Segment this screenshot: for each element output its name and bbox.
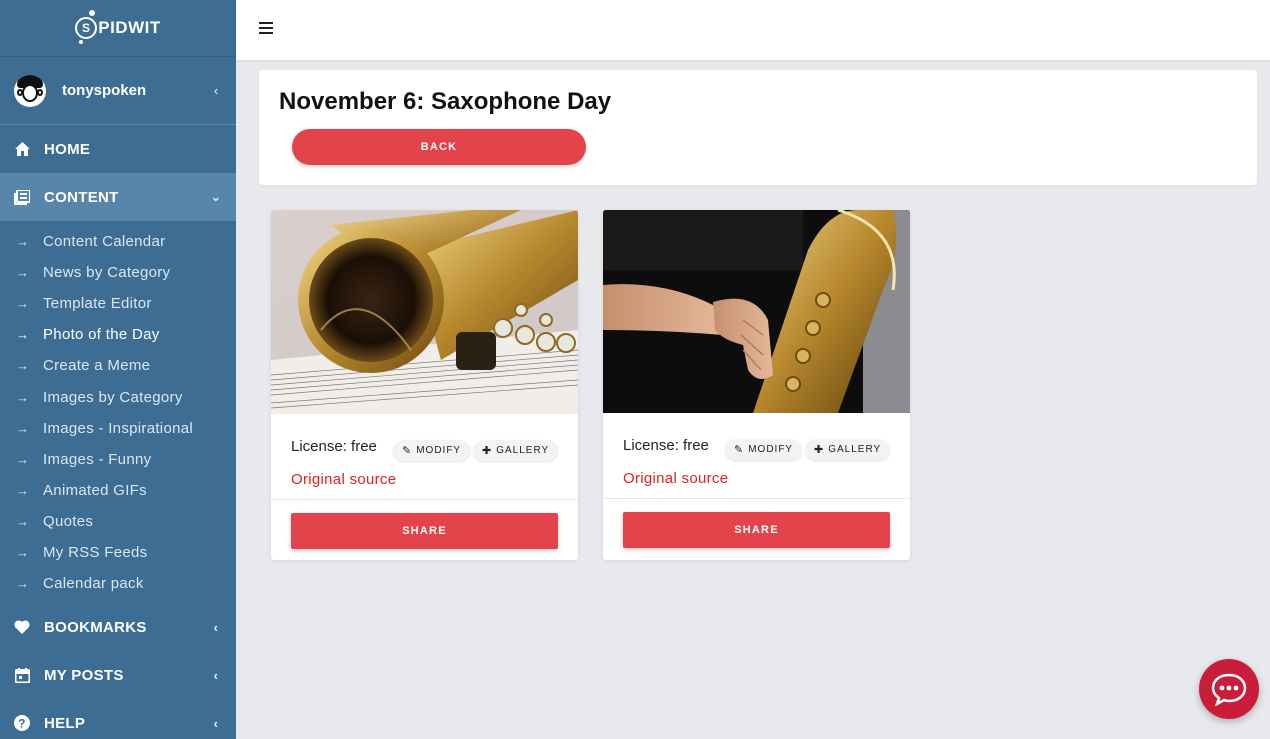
brand-initial: S [75,10,98,44]
brand-name: PIDWIT [98,18,161,37]
content-icon [14,189,30,205]
arrow-right-icon: → [16,327,30,343]
chevron-left-icon: ‹ [213,667,219,683]
sidebar-item-images-by-category[interactable]: → Images by Category [0,381,236,412]
brand[interactable]: S PIDWIT [0,0,236,57]
sidebar-item-label: Calendar pack [43,575,144,593]
gallery-label: GALLERY [496,445,550,456]
sidebar-item-label: Animated GIFs [43,481,147,499]
arrow-right-icon: → [16,265,30,281]
nav-bookmarks-label: BOOKMARKS [44,618,147,636]
sidebar-item-create-a-meme[interactable]: → Create a Meme [0,350,236,381]
chat-button[interactable] [1199,659,1259,719]
arrow-right-icon: → [16,420,30,436]
arrow-right-icon: → [16,234,30,250]
plus-icon: ✚ [482,445,493,457]
sidebar-item-photo-of-the-day[interactable]: → Photo of the Day [0,319,236,350]
sidebar-item-label: Images - Inspirational [43,419,194,437]
sidebar-item-quotes[interactable]: → Quotes [0,506,236,537]
sidebar-item-animated-gifs[interactable]: → Animated GIFs [0,475,236,506]
share-button[interactable]: SHARE [623,512,890,548]
modify-label: MODIFY [748,444,794,455]
calendar-icon [14,667,30,683]
modify-label: MODIFY [416,445,462,456]
sidebar-item-calendar-pack[interactable]: → Calendar pack [0,568,236,599]
sidebar-item-content-calendar[interactable]: → Content Calendar [0,226,236,257]
sidebar-item-label: Create a Meme [43,357,151,375]
arrow-right-icon: → [16,576,30,592]
nav-home[interactable]: HOME [0,125,236,173]
home-icon [14,142,30,156]
photo-card: License: free ✎ MODIFY ✚ GALLERY Origina… [603,210,910,560]
menu-icon[interactable] [259,22,273,34]
sidebar-item-images-inspirational[interactable]: → Images - Inspirational [0,413,236,444]
photo-card: License: free ✎ MODIFY ✚ GALLERY Origina… [271,210,578,560]
sidebar-item-news-by-category[interactable]: → News by Category [0,257,236,288]
nav-content[interactable]: CONTENT ⌄ [0,173,236,221]
pencil-icon: ✎ [734,444,745,456]
nav-home-label: HOME [44,140,91,158]
sidebar-item-template-editor[interactable]: → Template Editor [0,288,236,319]
original-source-link[interactable]: Original source [623,470,728,487]
nav-bookmarks[interactable]: BOOKMARKS ‹ [0,603,236,651]
pencil-icon: ✎ [402,445,413,457]
gallery-label: GALLERY [828,444,882,455]
back-button[interactable]: BACK [292,129,586,165]
sidebar-item-label: Photo of the Day [43,326,160,344]
saxophone-photo[interactable] [271,210,578,414]
license-text: License: free [291,438,377,455]
brand-logo[interactable]: S PIDWIT [75,10,161,44]
sidebar-item-label: Template Editor [43,295,152,313]
sidebar: S PIDWIT tonyspoken ‹ HOME CONTENT ⌄ → Co… [0,0,236,739]
sidebar-item-label: Images by Category [43,388,183,406]
arrow-right-icon: → [16,389,30,405]
sidebar-item-label: News by Category [43,264,171,282]
modify-button[interactable]: ✎ MODIFY [393,440,471,461]
content-submenu: → Content Calendar → News by Category → Tem… [0,221,236,603]
sidebar-item-my-rss-feeds[interactable]: → My RSS Feeds [0,537,236,568]
help-icon: ? [14,715,30,732]
sidebar-item-label: Images - Funny [43,450,152,468]
page-title: November 6: Saxophone Day [279,88,612,115]
arrow-right-icon: → [16,296,30,312]
chevron-down-icon: ⌄ [210,189,222,204]
nav-my-posts[interactable]: MY POSTS ‹ [0,651,236,699]
sidebar-item-images-funny[interactable]: → Images - Funny [0,444,236,475]
chevron-left-icon: ‹ [213,715,219,731]
sidebar-item-label: Quotes [43,512,94,530]
saxophone-player-photo[interactable] [603,210,910,413]
sidebar-item-label: Content Calendar [43,233,166,251]
gallery-button[interactable]: ✚ GALLERY [805,439,891,460]
arrow-right-icon: → [16,513,30,529]
nav-help-label: HELP [44,714,86,732]
arrow-right-icon: → [16,451,30,467]
chevron-left-icon: ‹ [213,619,219,635]
original-source-link[interactable]: Original source [291,471,396,488]
chat-icon [1211,673,1247,706]
card-body: License: free ✎ MODIFY ✚ GALLERY Origina… [271,414,578,500]
user-name[interactable]: tonyspoken [62,82,210,99]
arrow-right-icon: → [16,544,30,560]
avatar[interactable] [14,74,46,107]
svg-text:?: ? [18,717,26,731]
top-bar [236,0,1270,60]
share-button[interactable]: SHARE [291,513,558,549]
title-card: November 6: Saxophone Day BACK [259,70,1257,185]
chevron-left-icon[interactable]: ‹ [210,83,222,98]
plus-icon: ✚ [814,444,825,456]
nav-help[interactable]: ? HELP ‹ [0,699,236,739]
sidebar-item-label: My RSS Feeds [43,543,148,561]
user-panel[interactable]: tonyspoken ‹ [0,57,236,125]
modify-button[interactable]: ✎ MODIFY [725,439,803,460]
arrow-right-icon: → [16,482,30,498]
arrow-right-icon: → [16,358,30,374]
gallery-button[interactable]: ✚ GALLERY [473,440,559,461]
heart-icon [14,620,30,635]
nav-my-posts-label: MY POSTS [44,666,124,684]
card-body: License: free ✎ MODIFY ✚ GALLERY Origina… [603,413,910,499]
nav-content-label: CONTENT [44,188,119,206]
license-text: License: free [623,437,709,454]
